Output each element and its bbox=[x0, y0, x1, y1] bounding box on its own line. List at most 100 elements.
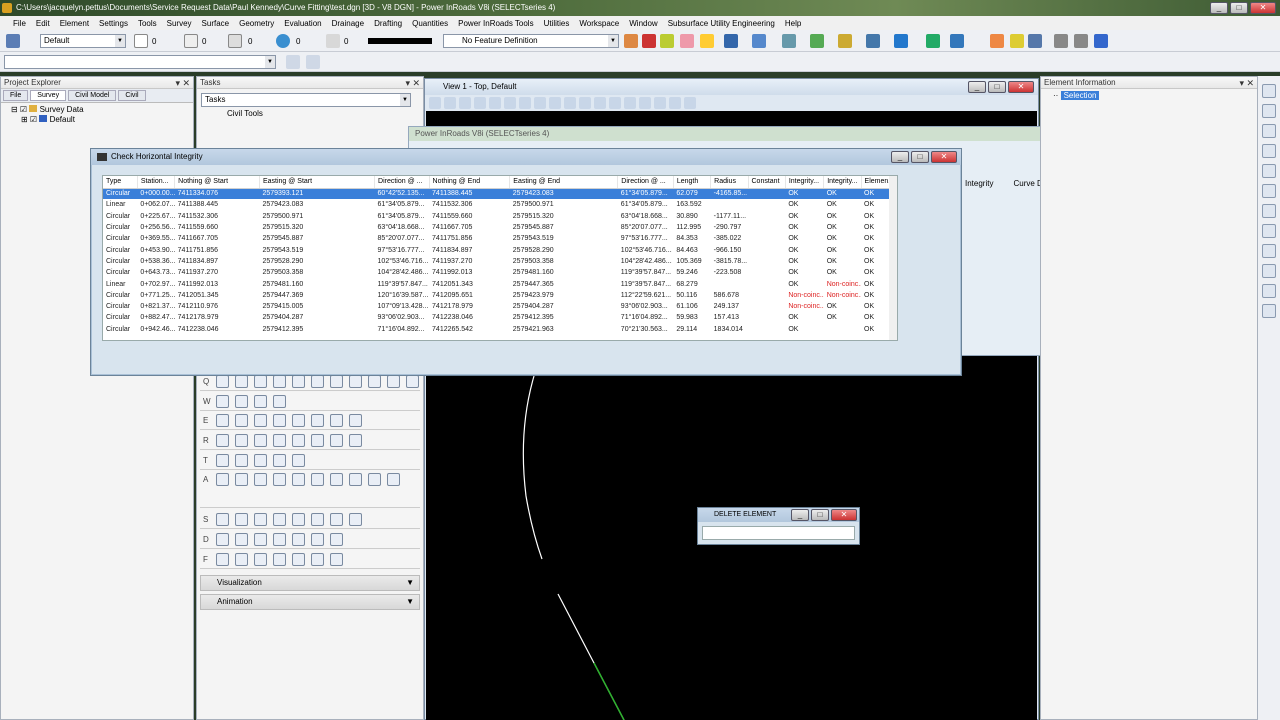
tab-survey[interactable]: Survey bbox=[30, 90, 67, 101]
menu-item-utilities[interactable]: Utilities bbox=[539, 19, 575, 28]
toolbar-tool-icon[interactable] bbox=[1054, 34, 1068, 48]
toolbar-tool-icon[interactable] bbox=[1028, 34, 1042, 48]
civil-tool-icon[interactable] bbox=[330, 375, 343, 388]
view-tool-icon[interactable] bbox=[684, 97, 696, 109]
toolbar-tool-icon[interactable] bbox=[1074, 34, 1088, 48]
maximize-button[interactable]: □ bbox=[1230, 2, 1248, 14]
right-tool-icon[interactable] bbox=[1262, 184, 1276, 198]
view-tool-icon[interactable] bbox=[534, 97, 546, 109]
civil-tool-icon[interactable] bbox=[292, 473, 305, 486]
view-tool-icon[interactable] bbox=[564, 97, 576, 109]
toolbar-tool-icon[interactable] bbox=[894, 34, 908, 48]
column-header[interactable]: Integrity... bbox=[823, 176, 862, 189]
menu-item-quantities[interactable]: Quantities bbox=[407, 19, 453, 28]
column-header[interactable]: Station... bbox=[137, 176, 176, 189]
view-tool-icon[interactable] bbox=[474, 97, 486, 109]
view-tool-icon[interactable] bbox=[639, 97, 651, 109]
civil-tool-icon[interactable] bbox=[216, 414, 229, 427]
section-animation[interactable]: Animation ▼ bbox=[200, 594, 420, 610]
civil-tool-icon[interactable] bbox=[387, 375, 400, 388]
civil-tool-icon[interactable] bbox=[216, 553, 229, 566]
civil-tool-icon[interactable] bbox=[311, 375, 324, 388]
civil-tool-icon[interactable] bbox=[330, 533, 343, 546]
civil-tool-icon[interactable] bbox=[311, 434, 324, 447]
element-selection-icon[interactable] bbox=[6, 34, 20, 48]
civil-tool-icon[interactable] bbox=[330, 434, 343, 447]
civil-tool-icon[interactable] bbox=[349, 513, 362, 526]
minimize-button[interactable]: _ bbox=[791, 509, 809, 521]
minimize-button[interactable]: _ bbox=[1210, 2, 1228, 14]
menu-item-element[interactable]: Element bbox=[55, 19, 94, 28]
civil-tool-icon[interactable] bbox=[330, 513, 343, 526]
table-row[interactable]: Circular 0+453.90... 7411751.856 2579543.51… bbox=[103, 244, 897, 255]
civil-tool-icon[interactable] bbox=[254, 454, 267, 467]
menu-item-evaluation[interactable]: Evaluation bbox=[279, 19, 326, 28]
menu-item-help[interactable]: Help bbox=[780, 19, 806, 28]
close-button[interactable]: ✕ bbox=[931, 151, 957, 163]
section-visualization[interactable]: Visualization ▼ bbox=[200, 575, 420, 591]
toolbar-tool-icon[interactable] bbox=[950, 34, 964, 48]
civil-tool-icon[interactable] bbox=[330, 473, 343, 486]
civil-tool-icon[interactable] bbox=[292, 533, 305, 546]
view-tool-icon[interactable] bbox=[444, 97, 456, 109]
civil-tool-icon[interactable] bbox=[311, 414, 324, 427]
menu-item-edit[interactable]: Edit bbox=[31, 19, 55, 28]
civil-tool-icon[interactable] bbox=[216, 454, 229, 467]
tab-civil-model[interactable]: Civil Model bbox=[68, 90, 117, 101]
civil-tool-icon[interactable] bbox=[311, 473, 324, 486]
civil-tool-icon[interactable] bbox=[235, 414, 248, 427]
civil-tool-icon[interactable] bbox=[235, 473, 248, 486]
toolbar-tool-icon[interactable] bbox=[680, 34, 694, 48]
menu-item-subsurface-utility-engineering[interactable]: Subsurface Utility Engineering bbox=[663, 19, 780, 28]
close-button[interactable]: ✕ bbox=[831, 509, 857, 521]
toolbar-tool-icon[interactable] bbox=[810, 34, 824, 48]
civil-tool-icon[interactable] bbox=[216, 375, 229, 388]
toolbar-tool-icon[interactable] bbox=[1094, 34, 1108, 48]
tab-civil[interactable]: Civil bbox=[118, 90, 146, 101]
view-tool-icon[interactable] bbox=[579, 97, 591, 109]
view-tool-icon[interactable] bbox=[429, 97, 441, 109]
civil-tool-icon[interactable] bbox=[235, 375, 248, 388]
civil-tool-icon[interactable] bbox=[311, 553, 324, 566]
menu-item-surface[interactable]: Surface bbox=[197, 19, 235, 28]
table-row[interactable]: Linear 0+062.07... 7411388.445 2579423.083 6… bbox=[103, 199, 897, 210]
view-tool-icon[interactable] bbox=[489, 97, 501, 109]
civil-tool-icon[interactable] bbox=[216, 473, 229, 486]
tree-item-default[interactable]: ⊞ ☑ Default bbox=[11, 115, 183, 125]
civil-tool-icon[interactable] bbox=[235, 454, 248, 467]
civil-tool-icon[interactable] bbox=[368, 375, 381, 388]
color-icon[interactable] bbox=[134, 34, 148, 48]
table-row[interactable]: Circular 0+256.56... 7411559.660 2579515.32… bbox=[103, 222, 897, 233]
civil-tool-icon[interactable] bbox=[349, 473, 362, 486]
civil-tool-icon[interactable] bbox=[292, 513, 305, 526]
civil-tool-icon[interactable] bbox=[254, 434, 267, 447]
toolbar-tool-icon[interactable] bbox=[752, 34, 766, 48]
civil-tool-icon[interactable] bbox=[273, 454, 286, 467]
line-weight-swatch[interactable] bbox=[368, 38, 432, 44]
line-style-icon[interactable] bbox=[184, 34, 198, 48]
toolbar-tool-icon[interactable] bbox=[724, 34, 738, 48]
column-header[interactable]: Easting @ Start bbox=[259, 176, 376, 189]
feature-definition-combo[interactable]: No Feature Definition ▼ bbox=[443, 34, 619, 48]
menu-item-drainage[interactable]: Drainage bbox=[327, 19, 369, 28]
civil-tool-icon[interactable] bbox=[273, 513, 286, 526]
column-header[interactable]: Easting @ End bbox=[509, 176, 619, 189]
view-tool-icon[interactable] bbox=[594, 97, 606, 109]
right-tool-icon[interactable] bbox=[1262, 244, 1276, 258]
civil-tool-icon[interactable] bbox=[235, 553, 248, 566]
right-tool-icon[interactable] bbox=[1262, 304, 1276, 318]
right-tool-icon[interactable] bbox=[1262, 104, 1276, 118]
civil-tool-icon[interactable] bbox=[349, 414, 362, 427]
civil-tool-icon[interactable] bbox=[292, 414, 305, 427]
maximize-button[interactable]: □ bbox=[811, 509, 829, 521]
civil-tool-icon[interactable] bbox=[349, 434, 362, 447]
tree-item-survey-data[interactable]: ⊟ ☑ Survey Data bbox=[11, 105, 183, 115]
menu-item-survey[interactable]: Survey bbox=[162, 19, 197, 28]
civil-tool-icon[interactable] bbox=[235, 395, 248, 408]
selection-node[interactable]: Selection bbox=[1060, 91, 1100, 100]
toolbar-tool-icon[interactable] bbox=[990, 34, 1004, 48]
menu-item-file[interactable]: File bbox=[8, 19, 31, 28]
close-icon[interactable]: ▾ ✕ bbox=[405, 77, 420, 89]
civil-tool-icon[interactable] bbox=[330, 553, 343, 566]
menu-item-power-inroads-tools[interactable]: Power InRoads Tools bbox=[453, 19, 538, 28]
